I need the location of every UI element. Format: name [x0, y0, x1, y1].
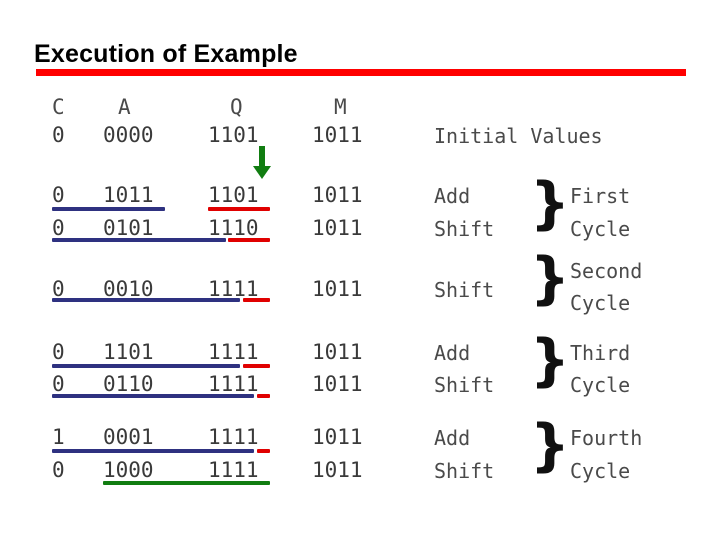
underline-blue	[52, 394, 254, 398]
table-row: 1101	[208, 123, 259, 147]
table-row: 1011	[103, 183, 154, 207]
cycle-label: Fourth	[570, 426, 643, 450]
table-row: 0	[52, 372, 65, 396]
underline-red	[243, 298, 270, 302]
table-row: 1011	[312, 183, 363, 207]
table-row: 0	[52, 458, 65, 482]
table-row: 0001	[103, 425, 154, 449]
underline-red	[228, 238, 270, 242]
table-row: 0	[52, 183, 65, 207]
underline-blue	[52, 298, 240, 302]
table-row: 0	[52, 216, 65, 240]
table-row: 1111	[208, 458, 259, 482]
table-row: 1	[52, 425, 65, 449]
cycle-label: Cycle	[570, 459, 631, 483]
initial-values-note: Initial Values	[434, 124, 603, 148]
table-row: 1011	[312, 123, 363, 147]
column-header-a: A	[118, 95, 131, 119]
table-row: 0	[52, 340, 65, 364]
table-row: 1101	[103, 340, 154, 364]
operation-label: Add	[434, 184, 471, 208]
cycle-label: Cycle	[570, 373, 631, 397]
slide-canvas: Execution of Example C A Q M 0 0000 1101…	[0, 0, 720, 540]
underline-red	[257, 394, 270, 398]
operation-label: Shift	[434, 373, 495, 397]
operation-label: Add	[434, 426, 471, 450]
table-row: 1101	[208, 183, 259, 207]
table-row: 1011	[312, 425, 363, 449]
underline-blue	[52, 238, 226, 242]
table-row: 1011	[312, 372, 363, 396]
table-row: 1000	[103, 458, 154, 482]
cycle-label: First	[570, 184, 631, 208]
underline-blue	[52, 449, 254, 453]
operation-label: Add	[434, 341, 471, 365]
underline-red	[257, 449, 270, 453]
underline-red	[208, 207, 270, 211]
cycle-label: Third	[570, 341, 631, 365]
table-row: 1011	[312, 340, 363, 364]
table-row: 0101	[103, 216, 154, 240]
table-row: 0	[52, 123, 65, 147]
cycle-label: Second	[570, 259, 643, 283]
cycle-label: Cycle	[570, 217, 631, 241]
underline-red	[243, 364, 270, 368]
table-row: 1111	[208, 340, 259, 364]
table-row: 1011	[312, 216, 363, 240]
cycle-brace: }	[530, 413, 570, 478]
table-row: 1110	[208, 216, 259, 240]
table-row: 0000	[103, 123, 154, 147]
column-header-m: M	[334, 95, 347, 119]
column-header-c: C	[52, 95, 65, 119]
operation-label: Shift	[434, 459, 495, 483]
underline-green-result	[103, 481, 270, 485]
arrow-down-icon	[253, 146, 271, 179]
cycle-brace: }	[530, 246, 570, 311]
table-row: 1011	[312, 277, 363, 301]
table-row: 1011	[312, 458, 363, 482]
cycle-brace: }	[530, 328, 570, 393]
cycle-label: Cycle	[570, 291, 631, 315]
underline-blue	[52, 207, 165, 211]
underline-blue	[52, 364, 240, 368]
operation-label: Shift	[434, 278, 495, 302]
table-row: 0110	[103, 372, 154, 396]
cycle-brace: }	[530, 171, 570, 236]
table-row: 1111	[208, 372, 259, 396]
table-row: 1111	[208, 425, 259, 449]
column-header-q: Q	[230, 95, 243, 119]
operation-label: Shift	[434, 217, 495, 241]
